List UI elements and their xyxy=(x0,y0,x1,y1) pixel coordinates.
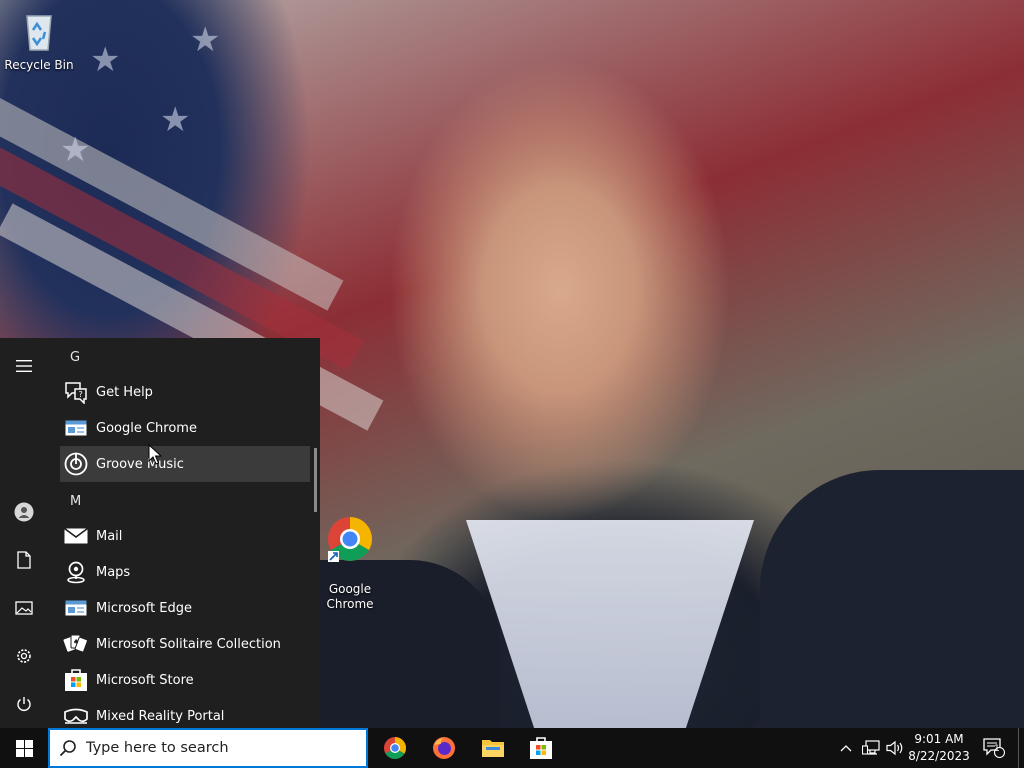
group-header-m[interactable]: M xyxy=(60,482,310,518)
clock-date: 8/22/2023 xyxy=(908,749,970,763)
app-mixed-reality-portal[interactable]: Mixed Reality Portal xyxy=(60,698,310,728)
chrome-icon xyxy=(62,414,90,442)
edge-icon xyxy=(62,594,90,622)
maps-icon xyxy=(62,558,90,586)
app-microsoft-solitaire-collection[interactable]: ♠ Microsoft Solitaire Collection xyxy=(60,626,310,662)
app-label: Groove Music xyxy=(96,456,184,472)
chevron-up-icon xyxy=(840,745,852,752)
start-button[interactable] xyxy=(0,728,48,768)
settings-icon xyxy=(17,649,31,663)
firefox-icon xyxy=(433,737,455,759)
taskbar-firefox[interactable] xyxy=(420,728,468,768)
documents-icon xyxy=(17,551,31,569)
mail-icon xyxy=(62,522,90,550)
network-icon xyxy=(862,740,880,755)
start-menu: G ? Get Help Google Chrome Groove Music xyxy=(0,338,320,728)
show-hidden-icons-button[interactable] xyxy=(836,728,856,768)
power-button[interactable] xyxy=(0,684,48,724)
store-icon xyxy=(62,666,90,694)
app-label: Maps xyxy=(96,564,131,580)
taskbar-file-explorer[interactable] xyxy=(469,728,517,768)
app-label: Microsoft Solitaire Collection xyxy=(96,636,281,652)
app-list-scrollbar[interactable] xyxy=(314,448,317,512)
network-button[interactable] xyxy=(860,728,882,768)
get-help-icon: ? xyxy=(62,378,90,406)
pictures-button[interactable] xyxy=(0,588,48,628)
settings-button[interactable] xyxy=(0,636,48,676)
desktop-background: ★ ★ ★ ★ Recycle Bin Google Chrome G ? Ge… xyxy=(0,0,1024,728)
user-account-icon xyxy=(14,502,34,522)
app-label: Microsoft Store xyxy=(96,672,194,688)
app-microsoft-edge[interactable]: Microsoft Edge xyxy=(60,590,310,626)
flag-star: ★ xyxy=(190,20,221,60)
start-menu-rail xyxy=(0,338,48,728)
speaker-icon xyxy=(886,740,903,756)
volume-button[interactable] xyxy=(884,728,906,768)
recycle-bin-label: Recycle Bin xyxy=(4,58,74,72)
taskbar-microsoft-store[interactable] xyxy=(517,728,565,768)
svg-text:♠: ♠ xyxy=(73,638,79,646)
windows-logo-icon xyxy=(15,739,33,757)
solitaire-icon: ♠ xyxy=(62,630,90,658)
file-explorer-icon xyxy=(482,740,504,757)
show-desktop-button[interactable] xyxy=(1018,728,1024,768)
pictures-icon xyxy=(15,601,33,615)
app-google-chrome[interactable]: Google Chrome xyxy=(60,410,310,446)
chrome-icon xyxy=(328,517,372,562)
app-get-help[interactable]: ? Get Help xyxy=(60,374,310,410)
chrome-desktop-icon[interactable]: Google Chrome xyxy=(314,500,386,627)
action-center-button[interactable]: 1 xyxy=(980,728,1008,768)
flag-star: ★ xyxy=(160,100,191,140)
search-input[interactable] xyxy=(86,740,346,756)
mouse-cursor-icon xyxy=(148,444,162,465)
search-icon xyxy=(50,739,86,757)
app-label: Get Help xyxy=(96,384,153,400)
notification-count-badge: 1 xyxy=(994,744,1000,754)
documents-button[interactable] xyxy=(0,540,48,580)
app-label: Microsoft Edge xyxy=(96,600,193,616)
hamburger-menu-button[interactable] xyxy=(0,346,48,386)
power-icon xyxy=(17,697,31,711)
flag-star: ★ xyxy=(90,40,121,80)
recycle-bin-desktop-icon[interactable]: Recycle Bin xyxy=(3,6,75,73)
groove-music-icon xyxy=(62,450,90,478)
start-app-list: G ? Get Help Google Chrome Groove Music xyxy=(60,338,310,728)
wallpaper-suit xyxy=(760,470,1024,728)
app-label: Mixed Reality Portal xyxy=(96,708,225,724)
user-account-button[interactable] xyxy=(0,492,48,532)
app-label: Mail xyxy=(96,528,123,544)
app-microsoft-store[interactable]: Microsoft Store xyxy=(60,662,310,698)
microsoft-store-icon xyxy=(530,737,552,759)
hamburger-menu-icon xyxy=(16,360,32,372)
recycle-bin-icon xyxy=(26,15,52,51)
app-groove-music[interactable]: Groove Music xyxy=(60,446,310,482)
chrome-icon xyxy=(384,737,406,759)
group-header-g[interactable]: G xyxy=(60,338,310,374)
taskbar: 9:01 AM 8/22/2023 1 xyxy=(0,728,1024,768)
svg-text:?: ? xyxy=(79,390,83,399)
app-mail[interactable]: Mail xyxy=(60,518,310,554)
taskbar-clock[interactable]: 9:01 AM 8/22/2023 xyxy=(906,731,972,765)
mixed-reality-icon xyxy=(62,702,90,728)
clock-time: 9:01 AM xyxy=(914,732,964,746)
flag-star: ★ xyxy=(60,130,91,170)
chrome-desktop-label: Google Chrome xyxy=(326,582,374,611)
taskbar-search-box[interactable] xyxy=(48,728,368,768)
taskbar-chrome[interactable] xyxy=(371,728,419,768)
app-label: Google Chrome xyxy=(96,420,197,436)
app-maps[interactable]: Maps xyxy=(60,554,310,590)
